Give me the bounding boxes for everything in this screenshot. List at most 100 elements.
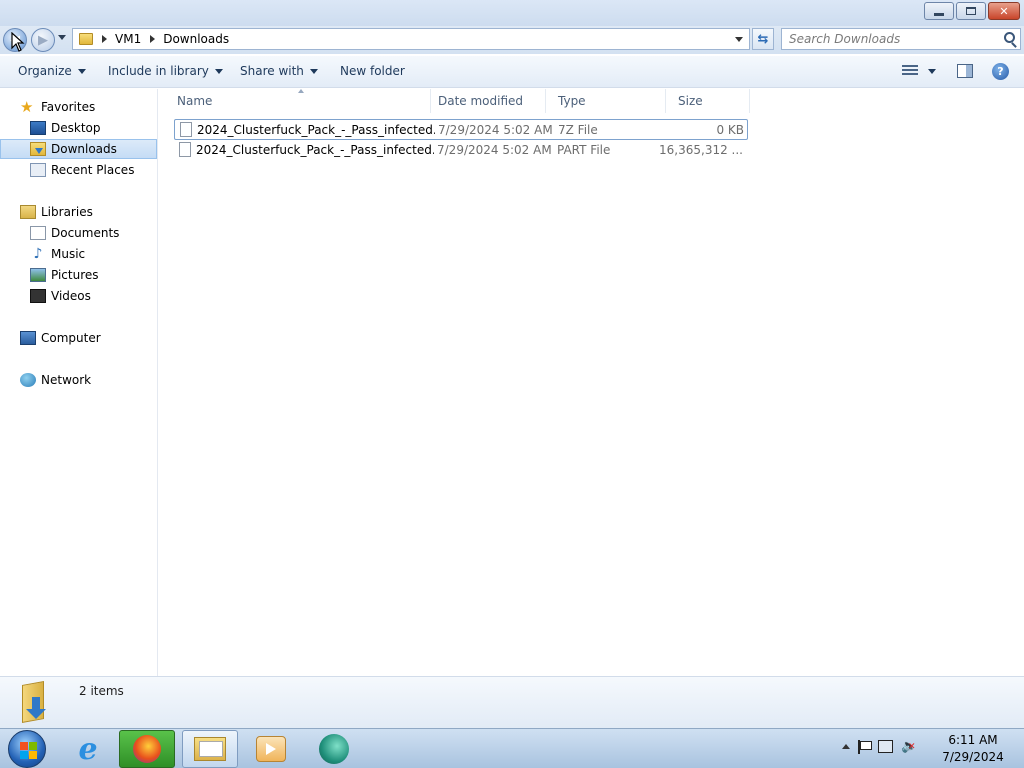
nav-libraries-label: Libraries bbox=[41, 205, 93, 219]
file-row[interactable]: 2024_Clusterfuck_Pack_-_Pass_infected.7z… bbox=[174, 119, 748, 140]
taskbar-internet-explorer[interactable]: e bbox=[60, 730, 116, 768]
column-header-label: Type bbox=[558, 94, 586, 108]
windows-explorer-icon bbox=[194, 737, 226, 761]
internet-explorer-icon: e bbox=[78, 731, 98, 767]
nav-item-pictures[interactable]: Pictures bbox=[0, 265, 157, 285]
refresh-button[interactable]: ⇆ bbox=[752, 28, 774, 50]
nav-item-label: Recent Places bbox=[51, 163, 135, 177]
command-bar: Organize Include in library Share with N… bbox=[0, 56, 1024, 88]
details-pane: 2 items bbox=[0, 676, 1024, 728]
file-name: 2024_Clusterfuck_Pack_-_Pass_infected.H.… bbox=[196, 143, 434, 157]
volume-muted-icon[interactable]: 🔈 ✕ bbox=[901, 739, 917, 754]
documents-icon bbox=[30, 226, 46, 240]
organize-label: Organize bbox=[18, 64, 72, 78]
new-folder-button[interactable]: New folder bbox=[340, 64, 405, 78]
organize-button[interactable]: Organize bbox=[18, 64, 86, 78]
forward-arrow-icon: ▶ bbox=[38, 32, 48, 48]
recent-places-icon bbox=[30, 163, 46, 177]
help-icon[interactable]: ? bbox=[992, 63, 1009, 80]
back-arrow-icon: ◀ bbox=[10, 32, 20, 48]
file-size: 16,365,312 ... bbox=[659, 143, 743, 157]
show-hidden-icons-icon[interactable] bbox=[842, 744, 850, 749]
nav-item-label: Music bbox=[51, 247, 86, 261]
nav-item-music[interactable]: ♪ Music bbox=[0, 244, 157, 264]
breadcrumb-downloads[interactable]: Downloads bbox=[163, 32, 229, 46]
nav-libraries[interactable]: Libraries bbox=[0, 202, 157, 222]
star-icon: ★ bbox=[20, 98, 34, 116]
taskbar-clock[interactable]: 6:11 AM 7/29/2024 bbox=[938, 732, 1008, 766]
search-icon[interactable] bbox=[1004, 32, 1015, 43]
close-button[interactable]: ✕ bbox=[988, 2, 1020, 20]
back-button[interactable]: ◀ bbox=[3, 28, 27, 52]
search-input[interactable] bbox=[789, 32, 999, 46]
nav-item-desktop[interactable]: Desktop bbox=[0, 118, 157, 138]
refresh-icon: ⇆ bbox=[757, 31, 769, 47]
taskbar-edge[interactable] bbox=[306, 730, 362, 768]
breadcrumb-separator-icon[interactable] bbox=[102, 35, 107, 43]
recent-pages-dropdown[interactable] bbox=[58, 35, 66, 40]
address-history-dropdown[interactable] bbox=[735, 37, 743, 42]
file-date-modified: 7/29/2024 5:02 AM bbox=[437, 143, 552, 157]
title-bar: ✕ bbox=[0, 0, 1024, 26]
share-with-button[interactable]: Share with bbox=[240, 64, 318, 78]
file-row[interactable]: 2024_Clusterfuck_Pack_-_Pass_infected.H.… bbox=[174, 140, 748, 161]
column-header-size[interactable]: Size bbox=[666, 89, 750, 113]
navigation-pane: ★ Favorites Desktop Downloads Recent Plac… bbox=[0, 89, 158, 676]
nav-item-label: Videos bbox=[51, 289, 91, 303]
edge-icon bbox=[319, 734, 349, 764]
address-row: ◀ ▶ VM1 Downloads ⇆ bbox=[0, 26, 1024, 54]
column-header-date-modified[interactable]: Date modified bbox=[426, 89, 546, 113]
column-header-type[interactable]: Type bbox=[546, 89, 666, 113]
chevron-down-icon bbox=[77, 68, 86, 74]
nav-favorites[interactable]: ★ Favorites bbox=[0, 97, 157, 117]
breadcrumb-vm1[interactable]: VM1 bbox=[115, 32, 141, 46]
clock-date: 7/29/2024 bbox=[942, 750, 1004, 764]
change-view-icon[interactable] bbox=[902, 65, 918, 77]
windows-logo-icon bbox=[20, 742, 28, 750]
network-status-icon[interactable] bbox=[878, 740, 893, 753]
taskbar: e 🔈 ✕ 6:11 AM 7/29/2024 bbox=[0, 728, 1024, 768]
column-header-label: Name bbox=[177, 94, 213, 108]
taskbar-media-player[interactable] bbox=[243, 730, 299, 768]
restore-button[interactable] bbox=[956, 2, 986, 20]
nav-item-documents[interactable]: Documents bbox=[0, 223, 157, 243]
firefox-icon bbox=[133, 735, 161, 763]
chevron-down-icon bbox=[214, 68, 223, 74]
forward-button[interactable]: ▶ bbox=[31, 28, 55, 52]
start-button[interactable] bbox=[8, 730, 46, 768]
column-header-name[interactable]: Name bbox=[165, 89, 431, 113]
file-name: 2024_Clusterfuck_Pack_-_Pass_infected.7z bbox=[197, 123, 435, 137]
nav-item-downloads[interactable]: Downloads bbox=[0, 139, 157, 159]
file-icon bbox=[180, 122, 192, 137]
address-bar[interactable]: VM1 Downloads bbox=[72, 28, 750, 50]
breadcrumb-separator-icon[interactable] bbox=[150, 35, 156, 43]
file-size: 0 KB bbox=[716, 123, 744, 137]
nav-network[interactable]: Network bbox=[0, 370, 157, 390]
desktop-icon bbox=[30, 121, 46, 135]
nav-item-videos[interactable]: Videos bbox=[0, 286, 157, 306]
include-in-library-label: Include in library bbox=[108, 64, 209, 78]
network-icon bbox=[20, 373, 36, 387]
close-icon: ✕ bbox=[999, 4, 1009, 18]
file-list: Name Date modified Type Size 2024_Cluste… bbox=[159, 89, 1024, 676]
nav-item-label: Desktop bbox=[51, 121, 101, 135]
taskbar-windows-explorer[interactable] bbox=[182, 730, 238, 768]
include-in-library-button[interactable]: Include in library bbox=[108, 64, 223, 78]
minimize-icon bbox=[934, 12, 944, 16]
file-type: PART File bbox=[557, 143, 611, 157]
taskbar-firefox[interactable] bbox=[119, 730, 175, 768]
nav-favorites-label: Favorites bbox=[41, 100, 96, 114]
share-with-label: Share with bbox=[240, 64, 304, 78]
music-icon: ♪ bbox=[33, 246, 43, 262]
view-options-dropdown[interactable] bbox=[928, 69, 936, 74]
nav-computer[interactable]: Computer bbox=[0, 328, 157, 348]
action-center-flag-icon[interactable] bbox=[858, 739, 872, 754]
videos-icon bbox=[30, 289, 46, 303]
minimize-button[interactable] bbox=[924, 2, 954, 20]
nav-network-label: Network bbox=[41, 373, 92, 387]
computer-icon bbox=[20, 331, 36, 345]
column-header-label: Size bbox=[678, 94, 703, 108]
nav-item-recent-places[interactable]: Recent Places bbox=[0, 160, 157, 180]
window-controls: ✕ bbox=[924, 2, 1020, 20]
preview-pane-icon[interactable] bbox=[957, 64, 973, 78]
